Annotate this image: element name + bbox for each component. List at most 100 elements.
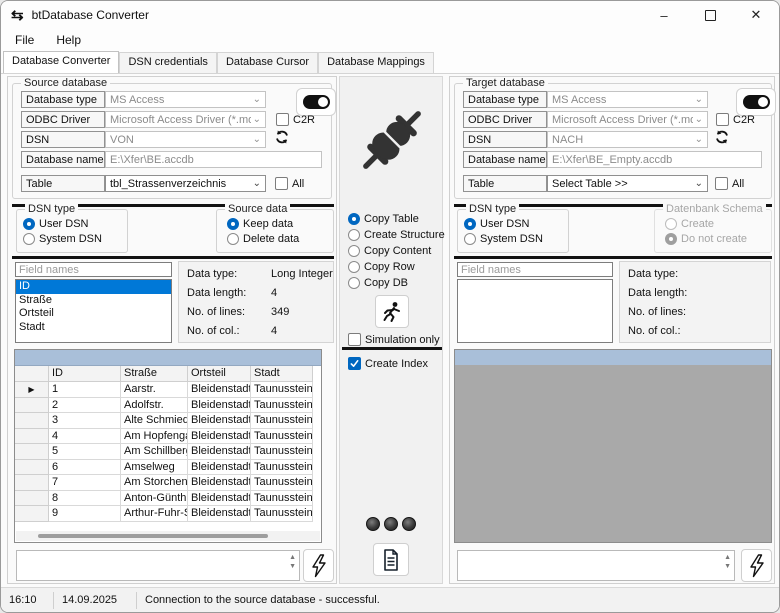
- table-row[interactable]: 3Alte SchmiedBleidenstadtTaunusstein: [15, 413, 321, 429]
- grid-cell[interactable]: Adolfstr.: [121, 398, 188, 414]
- table-row[interactable]: 6AmselwegBleidenstadtTaunusstein: [15, 460, 321, 476]
- grid-horizontal-scrollbar[interactable]: [16, 531, 320, 541]
- grid-cell[interactable]: 3: [49, 413, 121, 429]
- tab-dsn-credentials[interactable]: DSN credentials: [119, 52, 216, 73]
- grid-cell[interactable]: Bleidenstadt: [188, 506, 251, 522]
- source-sql-input[interactable]: ▲▼: [16, 550, 300, 581]
- target-all-checkbox[interactable]: All: [715, 177, 744, 190]
- source-field-names-input[interactable]: Field names: [15, 262, 172, 277]
- source-c2r-checkbox[interactable]: C2R: [276, 113, 315, 126]
- source-data-grid[interactable]: IDStraßeOrtsteilStadt ▶1Aarstr.Bleidenst…: [14, 349, 322, 543]
- grid-cell[interactable]: Arthur-Fuhr-S: [121, 506, 188, 522]
- row-header-cell[interactable]: [15, 398, 49, 414]
- grid-cell[interactable]: Aarstr.: [121, 382, 188, 398]
- grid-cell[interactable]: 8: [49, 491, 121, 507]
- row-header-cell[interactable]: [15, 444, 49, 460]
- delete-data-radio[interactable]: Delete data: [227, 233, 299, 245]
- list-item[interactable]: Stadt: [16, 321, 171, 335]
- grid-cell[interactable]: Bleidenstadt: [188, 460, 251, 476]
- grid-cell[interactable]: Taunusstein: [251, 475, 313, 491]
- grid-cell[interactable]: Taunusstein: [251, 398, 313, 414]
- tab-database-mappings[interactable]: Database Mappings: [318, 52, 434, 73]
- run-button[interactable]: [375, 295, 409, 328]
- grid-column-header-stadt[interactable]: Stadt: [251, 366, 313, 382]
- grid-cell[interactable]: Bleidenstadt: [188, 398, 251, 414]
- grid-cell[interactable]: Bleidenstadt: [188, 382, 251, 398]
- system-dsn-radio[interactable]: System DSN: [23, 233, 102, 245]
- target-field-names-list[interactable]: [457, 279, 613, 343]
- grid-cell[interactable]: Am Storchen: [121, 475, 188, 491]
- maximize-button[interactable]: [687, 1, 733, 29]
- source-all-checkbox[interactable]: All: [275, 177, 304, 190]
- grid-cell[interactable]: 1: [49, 382, 121, 398]
- row-header-cell[interactable]: [15, 475, 49, 491]
- copy-table-radio[interactable]: Copy Table: [348, 213, 445, 225]
- grid-cell[interactable]: Taunusstein: [251, 444, 313, 460]
- target-connect-toggle[interactable]: [736, 88, 776, 116]
- table-row[interactable]: 2Adolfstr.BleidenstadtTaunusstein: [15, 398, 321, 414]
- close-button[interactable]: ✕: [733, 1, 779, 29]
- target-field-names-input[interactable]: Field names: [457, 262, 613, 277]
- table-row[interactable]: ▶1Aarstr.BleidenstadtTaunusstein: [15, 382, 321, 398]
- table-row[interactable]: 8Anton-GünthBleidenstadtTaunusstein: [15, 491, 321, 507]
- grid-cell[interactable]: Am Hopfenga: [121, 429, 188, 445]
- target-c2r-checkbox[interactable]: C2R: [716, 113, 755, 126]
- table-row[interactable]: 9Arthur-Fuhr-SBleidenstadtTaunusstein: [15, 506, 321, 522]
- grid-cell[interactable]: Bleidenstadt: [188, 444, 251, 460]
- grid-cell[interactable]: Bleidenstadt: [188, 475, 251, 491]
- grid-cell[interactable]: Bleidenstadt: [188, 429, 251, 445]
- menu-file[interactable]: File: [7, 31, 42, 49]
- grid-cell[interactable]: 7: [49, 475, 121, 491]
- list-item[interactable]: Straße: [16, 294, 171, 308]
- grid-cell[interactable]: Bleidenstadt: [188, 413, 251, 429]
- spinner[interactable]: ▲▼: [724, 554, 731, 570]
- target-execute-button[interactable]: [741, 549, 772, 582]
- system-dsn-radio[interactable]: System DSN: [464, 233, 543, 245]
- target-table-dropdown[interactable]: Select Table >>⌄: [547, 175, 708, 192]
- grid-cell[interactable]: Amselweg: [121, 460, 188, 476]
- source-execute-button[interactable]: [303, 549, 334, 582]
- table-row[interactable]: 4Am HopfengaBleidenstadtTaunusstein: [15, 429, 321, 445]
- user-dsn-radio[interactable]: User DSN: [464, 218, 543, 230]
- target-sql-input[interactable]: ▲▼: [457, 550, 735, 581]
- row-header-cell[interactable]: [15, 460, 49, 476]
- grid-cell[interactable]: 9: [49, 506, 121, 522]
- user-dsn-radio[interactable]: User DSN: [23, 218, 102, 230]
- grid-cell[interactable]: Taunusstein: [251, 382, 313, 398]
- create-index-checkbox[interactable]: Create Index: [348, 357, 428, 370]
- grid-cell[interactable]: Alte Schmied: [121, 413, 188, 429]
- row-header-cell[interactable]: [15, 491, 49, 507]
- grid-body[interactable]: ▶1Aarstr.BleidenstadtTaunusstein2Adolfst…: [15, 382, 321, 522]
- source-table-dropdown[interactable]: tbl_Strassenverzeichnis⌄: [105, 175, 266, 192]
- grid-column-header-ortsteil[interactable]: Ortsteil: [188, 366, 251, 382]
- grid-cell[interactable]: Anton-Günth: [121, 491, 188, 507]
- grid-column-header-stra-e[interactable]: Straße: [121, 366, 188, 382]
- grid-cell[interactable]: Taunusstein: [251, 460, 313, 476]
- target-data-grid[interactable]: [454, 349, 772, 543]
- row-header-cell[interactable]: [15, 413, 49, 429]
- grid-cell[interactable]: 4: [49, 429, 121, 445]
- grid-column-header-id[interactable]: ID: [49, 366, 121, 382]
- copy-db-radio[interactable]: Copy DB: [348, 277, 445, 289]
- grid-cell[interactable]: Taunusstein: [251, 491, 313, 507]
- grid-cell[interactable]: 2: [49, 398, 121, 414]
- source-dsn-refresh-button[interactable]: [274, 129, 290, 150]
- grid-cell[interactable]: Taunusstein: [251, 506, 313, 522]
- row-header-cell[interactable]: [15, 429, 49, 445]
- grid-cell[interactable]: Taunusstein: [251, 413, 313, 429]
- table-row[interactable]: 5Am SchillbergBleidenstadtTaunusstein: [15, 444, 321, 460]
- simulation-only-checkbox[interactable]: Simulation only: [348, 333, 440, 346]
- create-structure-radio[interactable]: Create Structure: [348, 229, 445, 241]
- grid-cell[interactable]: 5: [49, 444, 121, 460]
- scrollbar-thumb[interactable]: [38, 534, 268, 538]
- grid-cell[interactable]: Bleidenstadt: [188, 491, 251, 507]
- grid-cell[interactable]: Am Schillberg: [121, 444, 188, 460]
- copy-content-radio[interactable]: Copy Content: [348, 245, 445, 257]
- tab-database-cursor[interactable]: Database Cursor: [217, 52, 318, 73]
- target-dsn-refresh-button[interactable]: [714, 129, 730, 150]
- list-item[interactable]: ID: [16, 280, 171, 294]
- table-row[interactable]: 7Am StorchenBleidenstadtTaunusstein: [15, 475, 321, 491]
- grid-cell[interactable]: Taunusstein: [251, 429, 313, 445]
- tab-database-converter[interactable]: Database Converter: [3, 51, 119, 73]
- row-header-cell[interactable]: [15, 506, 49, 522]
